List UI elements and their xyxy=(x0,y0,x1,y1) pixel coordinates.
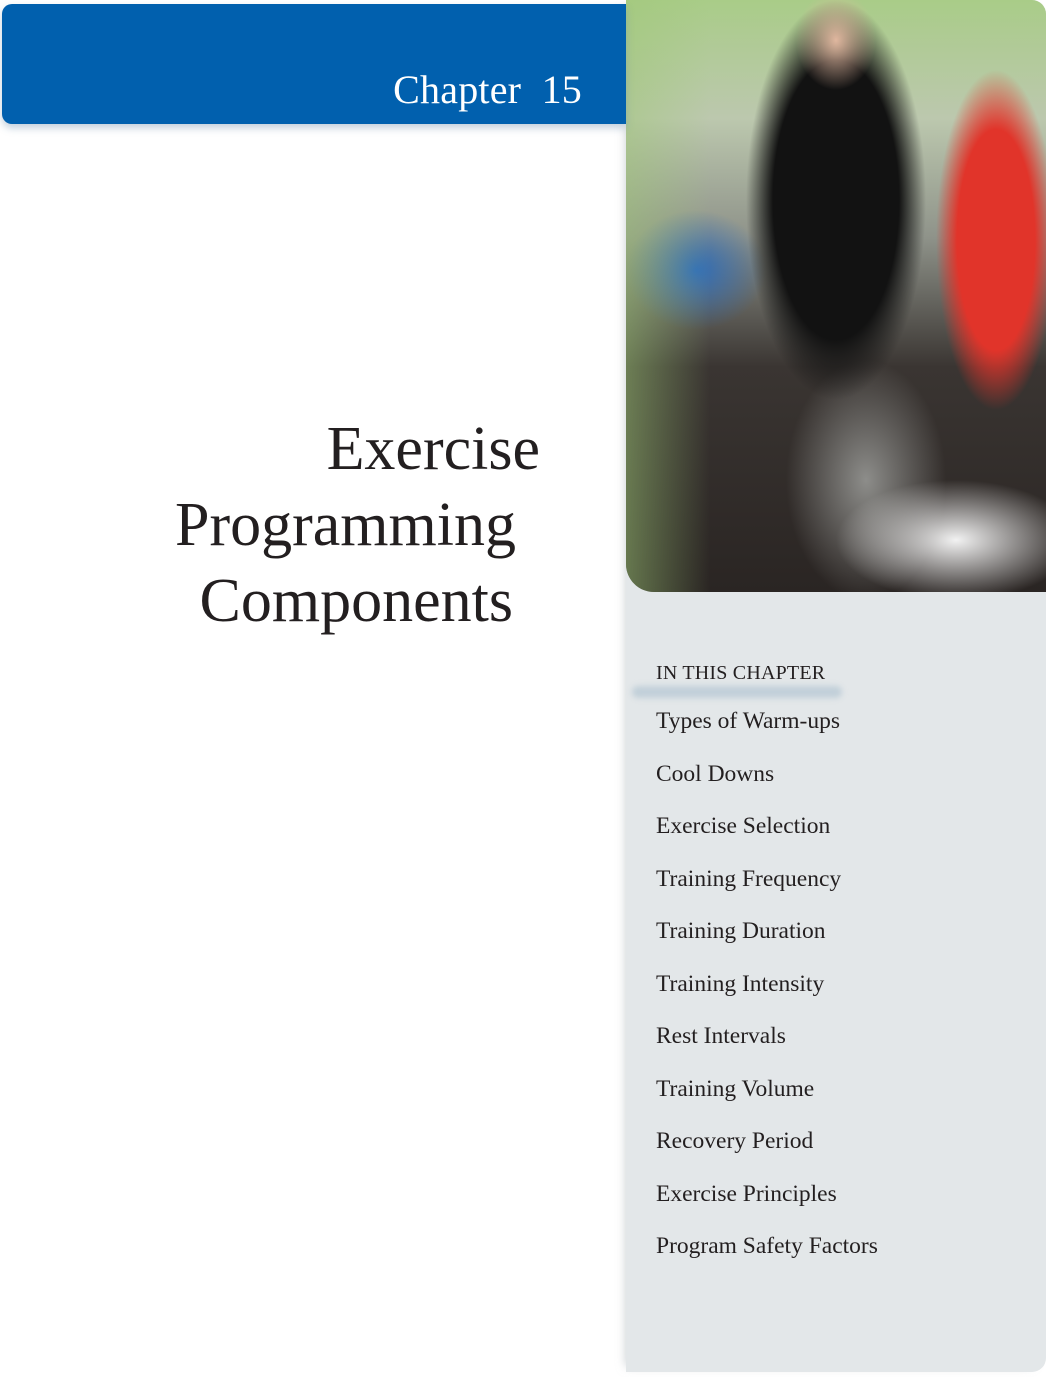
chapter-header-bar: Chapter 15 xyxy=(2,4,626,124)
topic-item: Exercise Principles xyxy=(656,1180,837,1207)
chapter-title-line-2: Programming xyxy=(175,491,516,559)
topic-item: Training Volume xyxy=(656,1075,815,1102)
chapter-number-label: Chapter 15 xyxy=(393,67,582,112)
topic-item: Exercise Selection xyxy=(656,813,831,839)
chapter-photo xyxy=(626,0,1046,592)
in-this-chapter-heading: IN THIS CHAPTER xyxy=(656,662,826,684)
chapter-topics-list: Types of Warm-ups Cool Downs Exercise Se… xyxy=(656,708,878,1288)
topic-item: Types of Warm-ups xyxy=(656,708,840,734)
topic-item: Program Safety Factors xyxy=(656,1233,878,1259)
chapter-title-line-3: Components xyxy=(199,567,513,635)
topic-item: Training Duration xyxy=(656,918,826,944)
topic-item: Cool Downs xyxy=(656,760,775,787)
heading-underline xyxy=(632,686,842,698)
chapter-title-line-1: Exercise xyxy=(326,415,540,483)
topic-item: Training Intensity xyxy=(656,970,825,997)
topic-item: Recovery Period xyxy=(656,1128,814,1154)
topic-item: Training Frequency xyxy=(656,865,842,892)
topic-item: Rest Intervals xyxy=(656,1023,786,1049)
photo-overlay xyxy=(626,0,1046,592)
